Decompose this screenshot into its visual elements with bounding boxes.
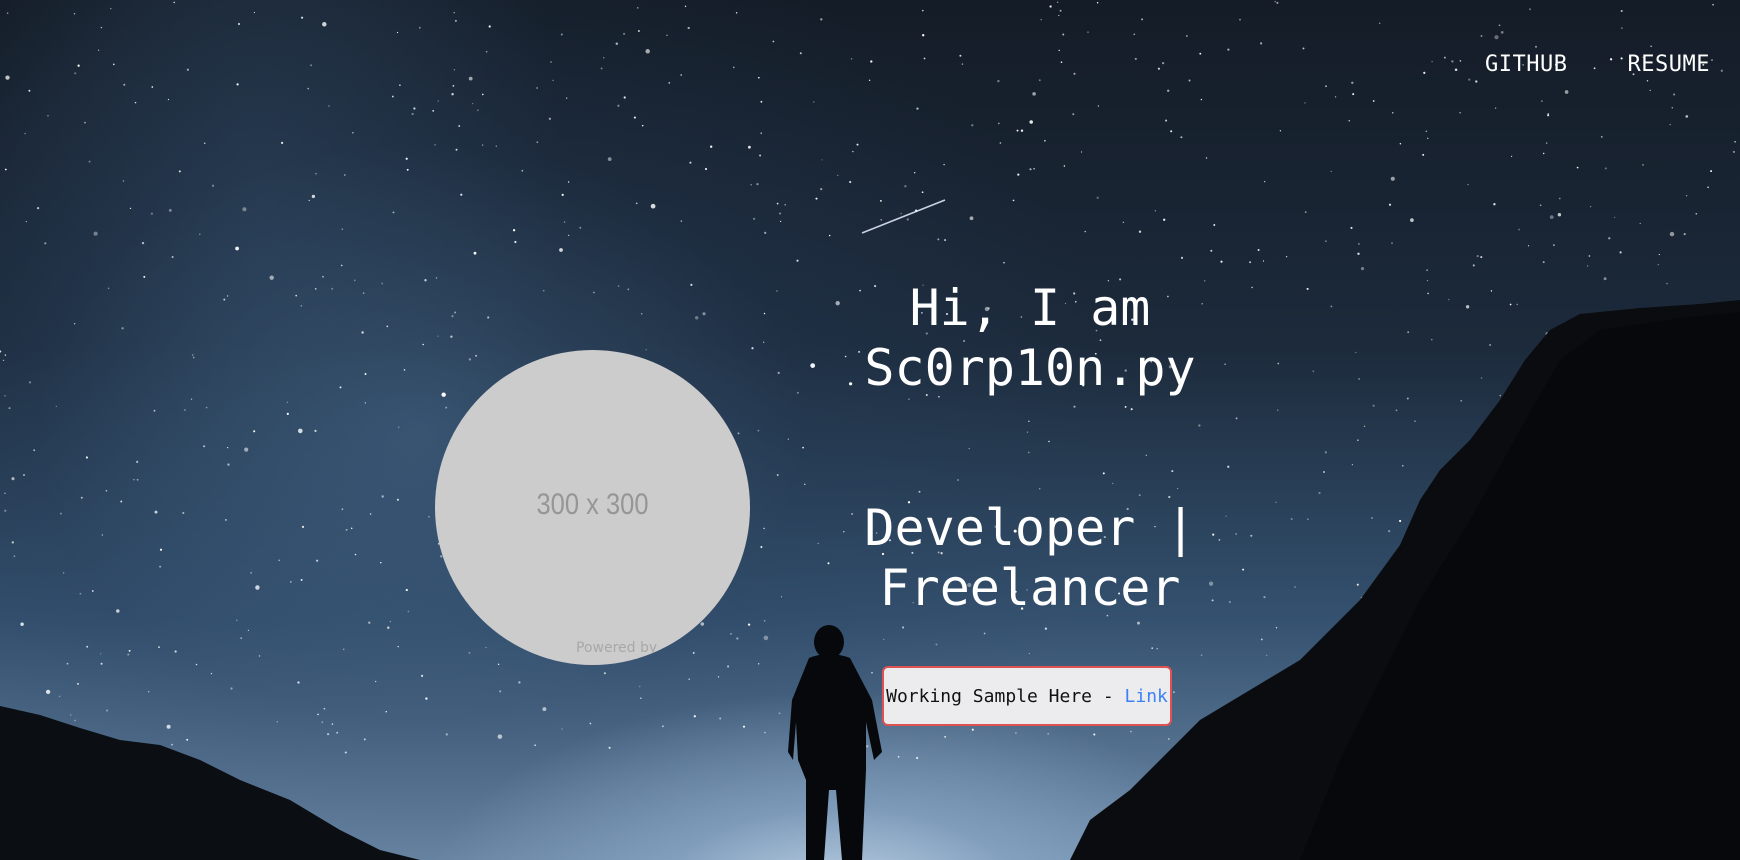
mountain-silhouette <box>0 300 1740 860</box>
nav-github-link[interactable]: GITHUB <box>1485 52 1567 77</box>
working-sample-link[interactable]: Link <box>1125 686 1168 707</box>
top-nav: GITHUB RESUME <box>1485 52 1710 77</box>
working-sample-box: Working Sample Here - Link <box>882 666 1172 726</box>
avatar-powered-by-label: Powered by <box>576 640 658 656</box>
person-silhouette <box>788 625 882 860</box>
role-line-2: Freelancer <box>879 559 1181 617</box>
profile-avatar-placeholder: 300 x 300 Powered by <box>435 350 750 665</box>
avatar-size-label: 300 x 300 <box>536 488 649 521</box>
page: GITHUB RESUME 300 x 300 Powered by Hi, I… <box>0 0 1740 860</box>
hero-greeting: Hi, I am Sc0rp10n.py <box>820 278 1240 398</box>
greeting-line-1: Hi, I am <box>909 279 1151 337</box>
working-sample-text: Working Sample Here - <box>886 685 1125 707</box>
greeting-name: Sc0rp10n.py <box>864 339 1196 397</box>
hero-role: Developer | Freelancer <box>820 498 1240 618</box>
role-line-1: Developer | <box>864 499 1196 557</box>
nav-resume-link[interactable]: RESUME <box>1628 52 1710 77</box>
